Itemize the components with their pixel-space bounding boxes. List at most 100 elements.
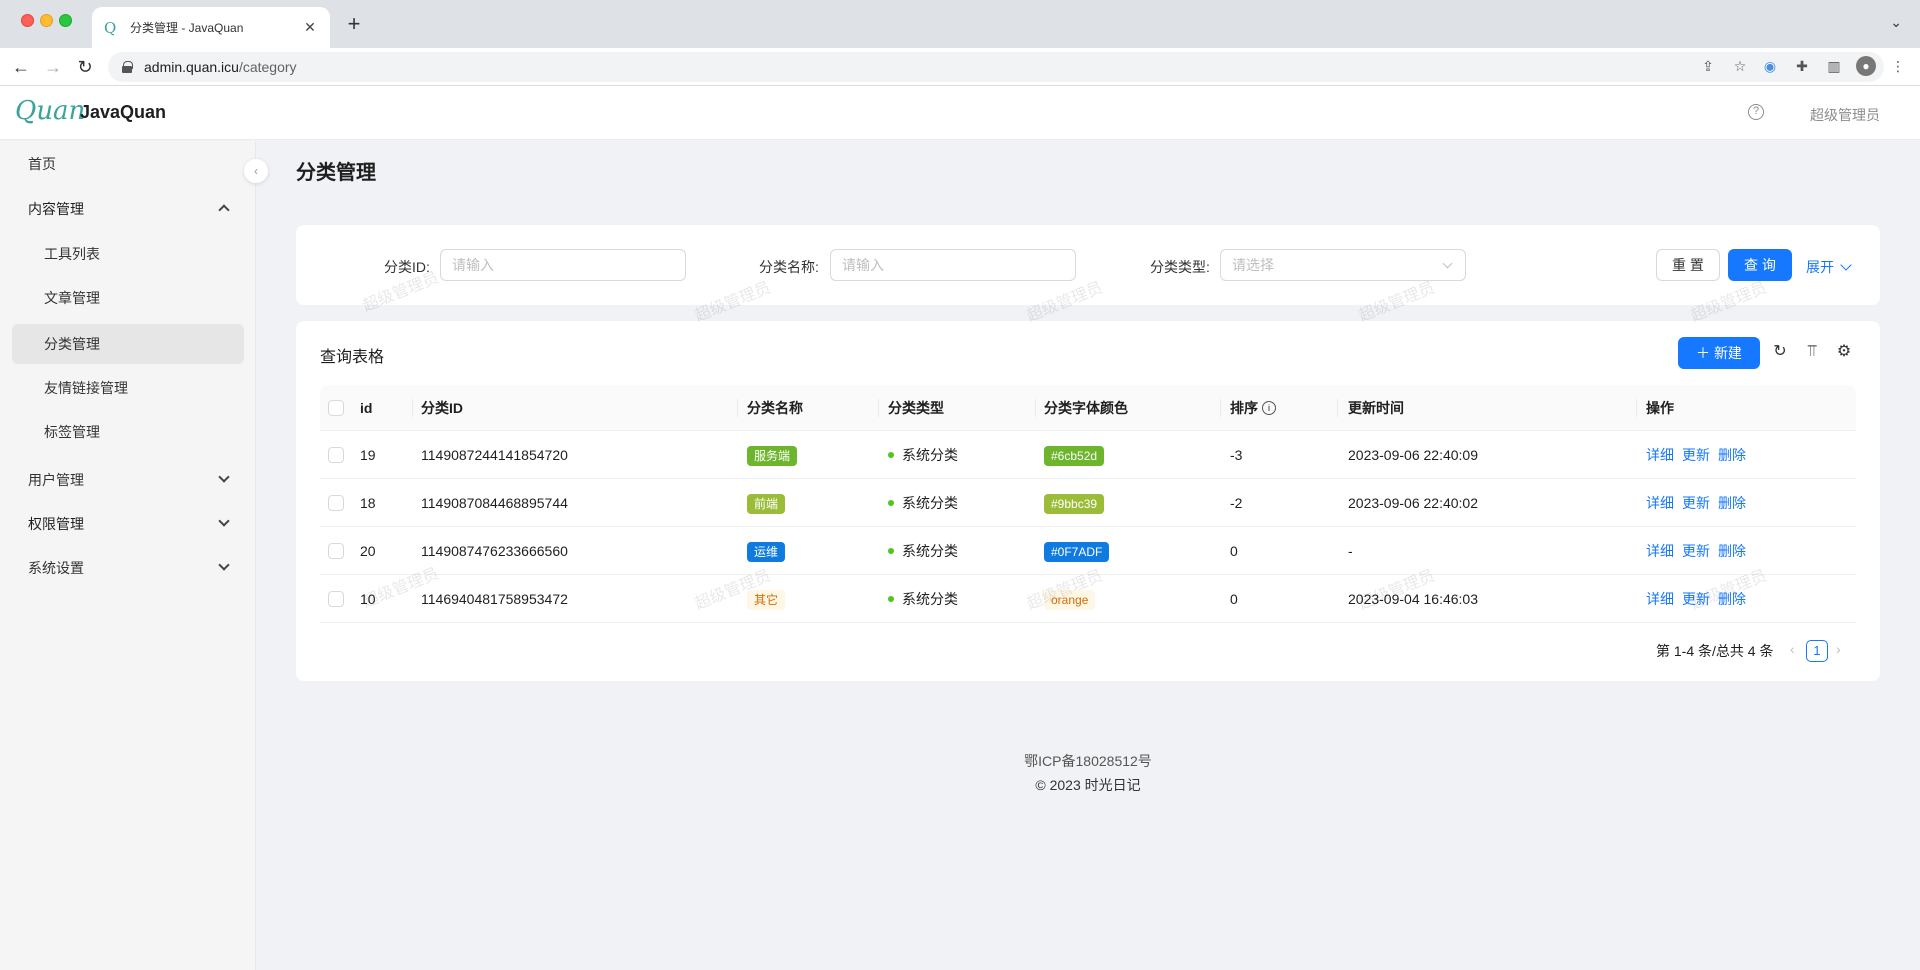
- tab-title: 分类管理 - JavaQuan: [130, 21, 244, 35]
- delete-link[interactable]: 删除: [1718, 591, 1746, 607]
- update-link[interactable]: 更新: [1682, 543, 1710, 559]
- browser-tab[interactable]: Q 分类管理 - JavaQuan ✕: [92, 7, 330, 48]
- delete-link[interactable]: 删除: [1718, 495, 1746, 511]
- category-id-input[interactable]: 请输入: [440, 249, 686, 281]
- query-button[interactable]: 查 询: [1728, 249, 1792, 281]
- reload-icon[interactable]: ↻: [1770, 342, 1790, 362]
- browser-menu-icon[interactable]: ⋮: [1888, 56, 1908, 76]
- prev-page-icon[interactable]: ‹: [1790, 641, 1795, 657]
- side-panel-icon[interactable]: ▥: [1824, 56, 1844, 76]
- header-updated[interactable]: 更新时间: [1348, 385, 1404, 431]
- category-type-select[interactable]: 请选择: [1220, 249, 1466, 281]
- settings-gear-icon[interactable]: ⚙: [1834, 342, 1854, 362]
- maximize-window-button[interactable]: [59, 14, 72, 27]
- sidebar-item-home[interactable]: 首页: [12, 144, 244, 184]
- address-bar[interactable]: admin.quan.icu/category: [108, 52, 1884, 82]
- back-arrow-icon[interactable]: ←: [10, 56, 32, 78]
- pagination-total: 第 1-4 条/总共 4 条: [1656, 643, 1774, 659]
- cell-category-name: 服务端: [747, 431, 798, 479]
- sidebar-item-articles[interactable]: 文章管理: [12, 278, 244, 318]
- detail-link[interactable]: 详细: [1646, 495, 1674, 511]
- menu-label: 友情链接管理: [44, 380, 128, 396]
- new-button[interactable]: ＋ 新建: [1678, 337, 1760, 369]
- menu-label: 首页: [28, 156, 56, 172]
- cell-actions: 详细 更新 删除: [1646, 431, 1754, 479]
- update-link[interactable]: 更新: [1682, 447, 1710, 463]
- update-link[interactable]: 更新: [1682, 591, 1710, 607]
- row-checkbox[interactable]: [328, 591, 344, 607]
- category-name-tag: 前端: [747, 494, 786, 515]
- sidebar-item-category[interactable]: 分类管理: [12, 324, 244, 364]
- new-tab-button[interactable]: +: [342, 12, 366, 36]
- column-height-icon[interactable]: ⫪: [1802, 342, 1822, 362]
- favicon-icon: Q: [104, 18, 117, 37]
- select-all-checkbox[interactable]: [328, 400, 344, 416]
- detail-link[interactable]: 详细: [1646, 543, 1674, 559]
- current-page-button[interactable]: 1: [1806, 640, 1828, 662]
- logo-mark: Quan: [15, 96, 86, 126]
- menu-label: 工具列表: [44, 246, 100, 262]
- header-category-type[interactable]: 分类类型: [888, 385, 944, 431]
- bookmark-star-icon[interactable]: ☆: [1730, 56, 1750, 76]
- update-link[interactable]: 更新: [1682, 495, 1710, 511]
- sidebar-item-tags[interactable]: 标签管理: [12, 412, 244, 452]
- extensions-puzzle-icon[interactable]: ✚: [1792, 56, 1812, 76]
- profile-avatar-icon[interactable]: ●: [1856, 56, 1876, 76]
- footer-copyright: © 2023 时光日记: [1035, 777, 1141, 793]
- minimize-window-button[interactable]: [40, 14, 53, 27]
- sidebar-item-content[interactable]: 内容管理: [12, 189, 244, 229]
- chevron-down-icon: [1442, 258, 1453, 269]
- cell-id: 10: [360, 591, 376, 607]
- sidebar-item-users[interactable]: 用户管理: [12, 460, 244, 500]
- help-icon[interactable]: ?: [1748, 104, 1764, 120]
- delete-link[interactable]: 删除: [1718, 543, 1746, 559]
- font-color-tag: #9bbc39: [1044, 494, 1105, 515]
- tab-close-icon[interactable]: ✕: [302, 19, 318, 36]
- cell-font-color: #9bbc39: [1044, 479, 1105, 527]
- column-divider: [1337, 399, 1338, 417]
- header-font-color[interactable]: 分类字体颜色: [1044, 385, 1128, 431]
- extension-circle-icon[interactable]: ◉: [1760, 56, 1780, 76]
- next-page-icon[interactable]: ›: [1836, 641, 1841, 657]
- user-name[interactable]: 超级管理员: [1810, 105, 1880, 125]
- category-name-input[interactable]: 请输入: [830, 249, 1076, 281]
- menu-label: 系统设置: [28, 560, 84, 576]
- type-label: 系统分类: [902, 591, 958, 607]
- cell-updated: -: [1348, 543, 1353, 559]
- tab-search-chevron-icon[interactable]: ⌄: [1890, 14, 1902, 31]
- chevron-down-icon: [218, 515, 230, 527]
- page-title: 分类管理: [296, 162, 376, 184]
- reset-button[interactable]: 重 置: [1656, 249, 1720, 281]
- sidebar-item-links[interactable]: 友情链接管理: [12, 368, 244, 408]
- share-icon[interactable]: ⇪: [1698, 56, 1718, 76]
- collapse-sidebar-icon[interactable]: ‹: [244, 159, 268, 183]
- lock-icon[interactable]: [122, 61, 133, 73]
- footer-icp[interactable]: 鄂ICP备18028512号: [0, 751, 1920, 771]
- sidebar-item-settings[interactable]: 系统设置: [12, 548, 244, 588]
- header-category-id[interactable]: 分类ID: [421, 385, 463, 431]
- cell-category-name: 前端: [747, 479, 786, 527]
- expand-link[interactable]: 展开: [1806, 257, 1852, 277]
- row-checkbox[interactable]: [328, 495, 344, 511]
- category-type-label: 分类类型:: [1150, 259, 1210, 275]
- category-id-label: 分类ID:: [384, 259, 430, 275]
- reload-icon[interactable]: ↻: [74, 56, 96, 78]
- forward-arrow-icon[interactable]: →: [42, 56, 64, 78]
- close-window-button[interactable]: [21, 14, 34, 27]
- query-table-card: 查询表格 ＋ 新建 ↻ ⫪ ⚙ id 分类ID 分类名称 分类类型 分类字体颜色…: [296, 321, 1880, 681]
- column-divider: [737, 399, 738, 417]
- info-circle-icon[interactable]: i: [1262, 401, 1276, 416]
- cell-actions: 详细 更新 删除: [1646, 575, 1754, 623]
- row-checkbox[interactable]: [328, 447, 344, 463]
- header-sort[interactable]: 排序 i: [1230, 385, 1276, 431]
- header-category-name[interactable]: 分类名称: [747, 385, 803, 431]
- header-id[interactable]: id: [360, 385, 372, 431]
- font-color-tag: orange: [1044, 590, 1096, 611]
- detail-link[interactable]: 详细: [1646, 591, 1674, 607]
- delete-link[interactable]: 删除: [1718, 447, 1746, 463]
- detail-link[interactable]: 详细: [1646, 447, 1674, 463]
- table-row: 10 1146940481758953472 其它 系统分类 orange 0 2023-0…: [320, 575, 1856, 623]
- sidebar-item-permissions[interactable]: 权限管理: [12, 504, 244, 544]
- sidebar-item-tools[interactable]: 工具列表: [12, 234, 244, 274]
- row-checkbox[interactable]: [328, 543, 344, 559]
